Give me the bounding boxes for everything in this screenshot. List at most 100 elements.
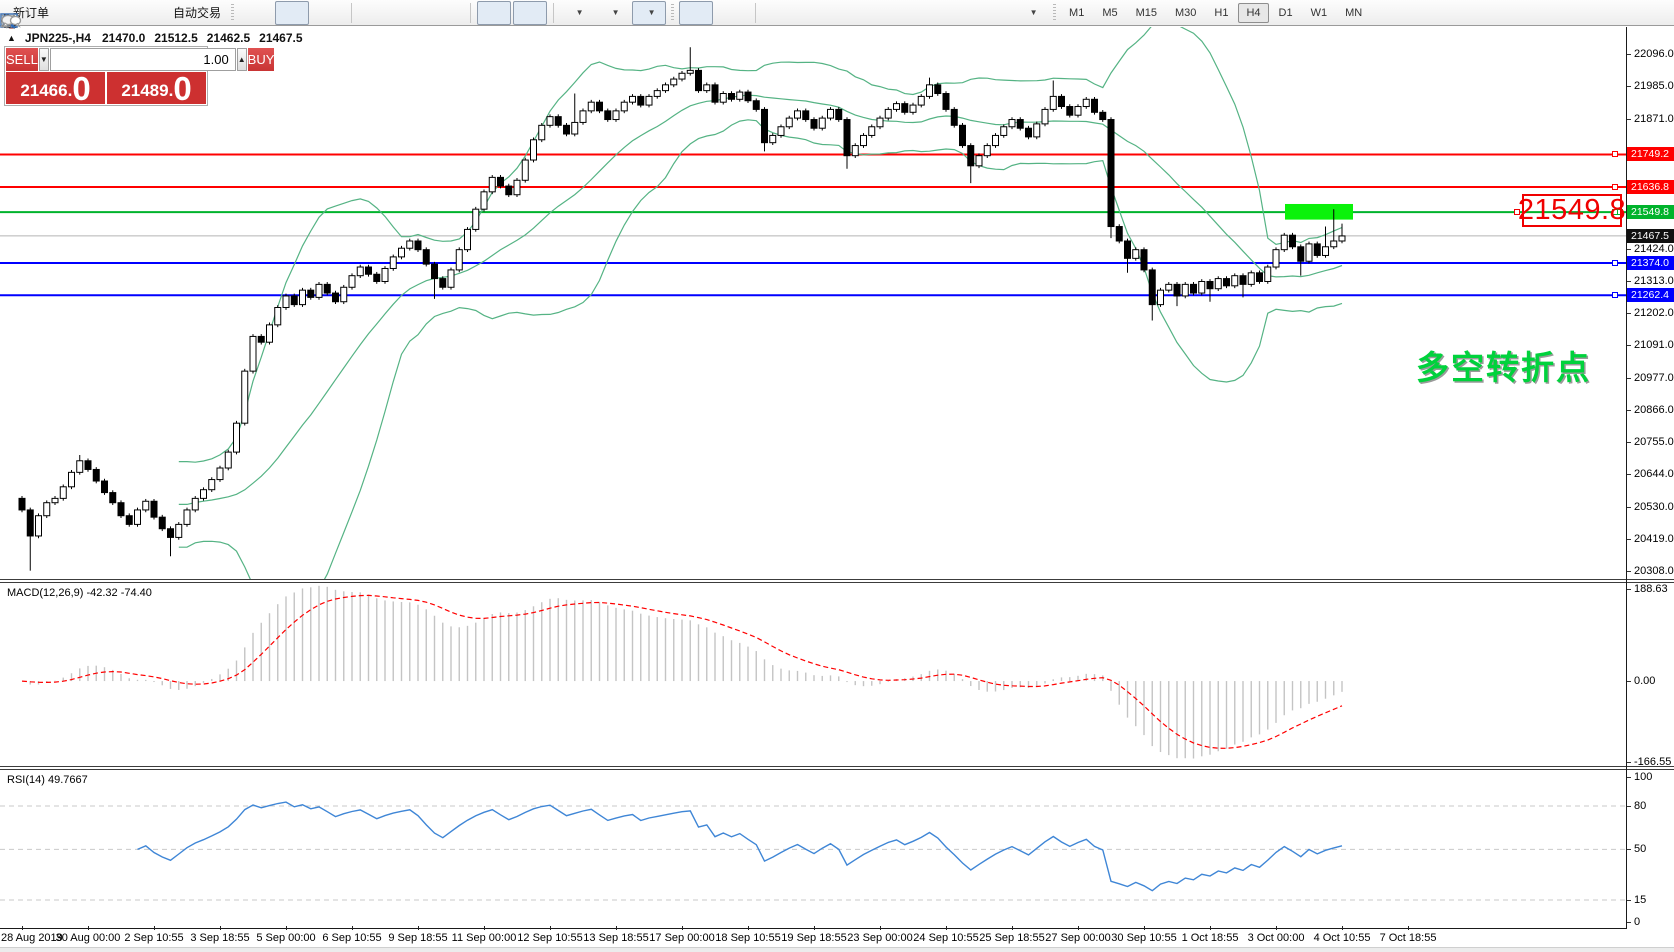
time-axis[interactable]: 28 Aug 201930 Aug 00:002 Sep 10:553 Sep … [0, 930, 1674, 947]
styler-button[interactable] [56, 1, 90, 25]
panel-separator[interactable] [0, 582, 1674, 583]
time-axis-label: 11 Sep 00:00 [452, 932, 517, 944]
time-axis-tick [418, 926, 419, 930]
line-chart-button[interactable] [311, 1, 345, 25]
price-tick-label: 22096.0 [1634, 48, 1674, 60]
macd-tick-label: -166.55 [1634, 756, 1671, 768]
text-label-button[interactable]: T [978, 1, 1012, 25]
bar-chart-button[interactable] [239, 1, 273, 25]
periods-button[interactable]: ▼ [596, 1, 630, 25]
line-handle[interactable] [1612, 184, 1618, 190]
panel-separator[interactable] [0, 766, 1674, 767]
time-axis-tick [682, 926, 683, 930]
zoom-in-button[interactable] [358, 1, 392, 25]
signals-button[interactable] [128, 1, 162, 25]
time-axis-label: 24 Sep 10:55 [913, 932, 978, 944]
buy-price-main: 21489 [121, 78, 168, 104]
buy-button[interactable]: BUY [248, 48, 275, 71]
zoom-out-button[interactable] [394, 1, 428, 25]
annotation-text[interactable]: 多空转折点 [1416, 341, 1591, 389]
macd-tick-label: 0.00 [1634, 675, 1655, 687]
sell-button[interactable]: SELL [6, 48, 38, 71]
indicators-button[interactable]: ▼ [560, 1, 594, 25]
buy-price-display[interactable]: 21489.0 [107, 72, 206, 104]
crosshair-button[interactable] [715, 1, 749, 25]
time-axis-tick [1078, 926, 1079, 930]
time-axis-tick [1210, 926, 1211, 930]
axis-tick [1627, 410, 1631, 411]
community-button[interactable] [92, 1, 126, 25]
symbol-info: ▲ JPN225-,H4 21470.0 21512.5 21462.5 214… [7, 31, 303, 45]
cursor-button[interactable] [679, 1, 713, 25]
volume-decrease-button[interactable]: ▼ [39, 48, 49, 71]
axis-tick [1627, 849, 1631, 850]
toolbar-separator [470, 3, 471, 23]
axis-tick [1627, 86, 1631, 87]
candlestick-chart-button[interactable] [275, 1, 309, 25]
price-callout-label[interactable]: 21549.8 [1522, 194, 1622, 227]
line-handle[interactable] [1612, 260, 1618, 266]
panel-separator[interactable] [0, 769, 1674, 770]
time-axis-tick [1408, 926, 1409, 930]
macd-panel[interactable] [0, 583, 1626, 766]
time-axis-tick [220, 926, 221, 930]
time-axis-label: 7 Oct 18:55 [1380, 932, 1437, 944]
tab-m5[interactable]: M5 [1094, 3, 1125, 23]
tab-w1[interactable]: W1 [1303, 3, 1336, 23]
price-tick-label: 21091.0 [1634, 339, 1674, 351]
time-axis-tick [484, 926, 485, 930]
macd-label: MACD(12,26,9) -42.32 -74.40 [7, 587, 152, 599]
chat-button[interactable] [1636, 1, 1670, 25]
fibonacci-button[interactable]: F [906, 1, 940, 25]
axis-tick [1627, 378, 1631, 379]
tab-m30[interactable]: M30 [1167, 3, 1204, 23]
axis-tick [1627, 442, 1631, 443]
ohlc-open: 21470.0 [102, 31, 145, 45]
collapse-triangle-icon[interactable]: ▲ [7, 33, 16, 43]
dropdown-caret-icon: ▼ [1030, 8, 1038, 17]
volume-input[interactable] [50, 48, 236, 71]
tab-m1[interactable]: M1 [1061, 3, 1092, 23]
time-axis-tick [748, 926, 749, 930]
axis-tick [1627, 571, 1631, 572]
price-tick-label: 20755.0 [1634, 436, 1674, 448]
auto-scroll-button[interactable] [477, 1, 511, 25]
autotrading-button[interactable]: 自动交易 [164, 1, 226, 25]
level-lines-layer [0, 154, 1626, 295]
search-button[interactable] [1600, 1, 1634, 25]
time-axis-label: 25 Sep 18:55 [979, 932, 1044, 944]
horizontal-line-button[interactable] [798, 1, 832, 25]
time-axis-tick [946, 926, 947, 930]
equidistant-channel-button[interactable]: E [870, 1, 904, 25]
rsi-panel[interactable] [0, 770, 1626, 929]
tab-mn[interactable]: MN [1337, 3, 1370, 23]
main-toolbar: 新订单 自动交易 [0, 0, 1674, 26]
axis-tick [1627, 900, 1631, 901]
arrows-button[interactable]: ▼ [1014, 1, 1048, 25]
tab-h1[interactable]: H1 [1206, 3, 1236, 23]
vertical-line-button[interactable] [762, 1, 796, 25]
axis-tick [1627, 507, 1631, 508]
templates-button[interactable]: ▼ [632, 1, 666, 25]
tab-h4[interactable]: H4 [1238, 3, 1268, 23]
chart-shift-button[interactable] [513, 1, 547, 25]
time-axis-tick [88, 926, 89, 930]
macd-tick-label: 188.63 [1634, 583, 1668, 595]
time-axis-label: 3 Sep 18:55 [190, 932, 249, 944]
sell-price-display[interactable]: 21466.0 [6, 72, 105, 104]
time-axis-label: 12 Sep 10:55 [517, 932, 582, 944]
volume-increase-button[interactable]: ▲ [237, 48, 247, 71]
trendline-button[interactable] [834, 1, 868, 25]
line-handle[interactable] [1612, 292, 1618, 298]
text-button[interactable]: A [942, 1, 976, 25]
current-price-badge: 21467.5 [1627, 229, 1674, 243]
panel-separator[interactable] [0, 579, 1674, 580]
line-handle[interactable] [1612, 151, 1618, 157]
window-bottom-edge [0, 947, 1674, 952]
price-chart-panel[interactable] [0, 27, 1626, 579]
ohlc-low: 21462.5 [207, 31, 250, 45]
tile-windows-button[interactable] [430, 1, 464, 25]
tab-m15[interactable]: M15 [1128, 3, 1165, 23]
time-axis-label: 30 Sep 10:55 [1111, 932, 1176, 944]
tab-d1[interactable]: D1 [1271, 3, 1301, 23]
